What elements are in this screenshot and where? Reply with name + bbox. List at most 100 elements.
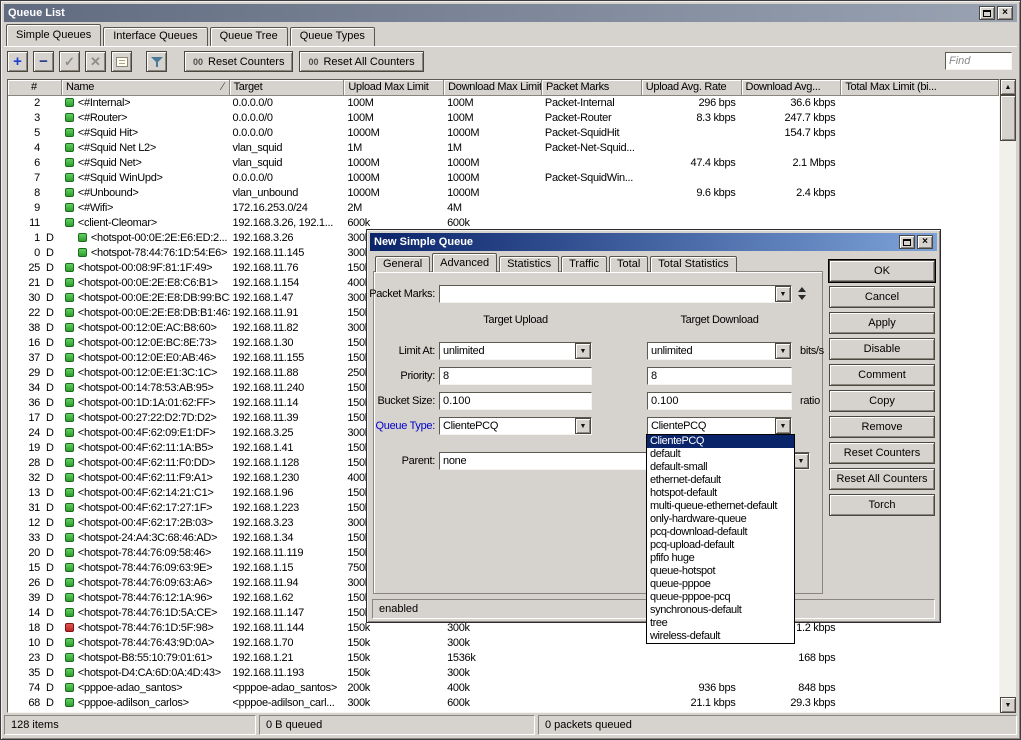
dropdown-item-queue-pppoe[interactable]: queue-pppoe: [647, 578, 794, 591]
dropdown-item-ethernet-default[interactable]: ethernet-default: [647, 474, 794, 487]
column-header-download-avg[interactable]: Download Avg...: [742, 80, 842, 96]
dropdown-item-only-hardware-queue[interactable]: only-hardware-queue: [647, 513, 794, 526]
dropdown-item-pcq-download-default[interactable]: pcq-download-default: [647, 526, 794, 539]
dialog-tab-statistics[interactable]: Statistics: [499, 256, 559, 272]
chevron-down-icon[interactable]: ▼: [775, 286, 791, 302]
scroll-up-icon[interactable]: ▲: [1000, 79, 1016, 95]
column-header-target[interactable]: Target: [230, 80, 345, 96]
queue-icon: [65, 608, 74, 617]
queue-row[interactable]: 9<#Wifi>172.16.253.0/242M4M: [8, 201, 999, 216]
column-header-packet-marks[interactable]: Packet Marks: [542, 80, 642, 96]
reset-all-counters-button[interactable]: Reset All Counters: [829, 468, 935, 490]
enable-button[interactable]: ✓: [59, 51, 80, 72]
dropdown-item-tree[interactable]: tree: [647, 617, 794, 630]
queue-icon: [65, 623, 74, 632]
priority-upload-input[interactable]: [439, 367, 592, 385]
dropdown-item-pcq-upload-default[interactable]: pcq-upload-default: [647, 539, 794, 552]
column-header-name[interactable]: Name∕: [62, 80, 230, 96]
column-header-total-max-limit-bi[interactable]: Total Max Limit (bi...: [841, 80, 999, 96]
reset-all-counters-button[interactable]: 00 Reset All Counters: [299, 51, 423, 72]
queue-row[interactable]: 10D<hotspot-78:44:76:43:9D:0A>192.168.1.…: [8, 636, 999, 651]
queue-row[interactable]: 5<#Squid Hit>0.0.0.0/01000M1000MPacket-S…: [8, 126, 999, 141]
bucket-size-upload-input[interactable]: [439, 392, 592, 410]
dropdown-item-queue-pppoe-pcq[interactable]: queue-pppoe-pcq: [647, 591, 794, 604]
queue-row[interactable]: 3<#Router>0.0.0.0/0100M100MPacket-Router…: [8, 111, 999, 126]
copy-button[interactable]: Copy: [829, 390, 935, 412]
queue-row[interactable]: 68D<pppoe-adilson_carlos><pppoe-adilson_…: [8, 696, 999, 711]
queue-row[interactable]: 23D<hotspot-B8:55:10:79:01:61>192.168.1.…: [8, 651, 999, 666]
remove-button[interactable]: Remove: [829, 416, 935, 438]
remove-button[interactable]: −: [33, 51, 54, 72]
bucket-size-download-input[interactable]: [647, 392, 792, 410]
column-header-download-max-limit[interactable]: Download Max Limit: [444, 80, 542, 96]
reset-counters-button[interactable]: Reset Counters: [829, 442, 935, 464]
comment-button[interactable]: [111, 51, 132, 72]
chevron-down-icon[interactable]: ▼: [775, 418, 791, 434]
chevron-down-icon[interactable]: ▼: [575, 418, 591, 434]
queue-row[interactable]: 4<#Squid Net L2>vlan_squid1M1MPacket-Net…: [8, 141, 999, 156]
queue-type-download-combo[interactable]: ClientePCQ ▼: [647, 417, 792, 435]
find-input[interactable]: [945, 52, 1012, 70]
limit-at-download-combo[interactable]: unlimited ▼: [647, 342, 792, 360]
dialog-titlebar[interactable]: New Simple Queue ×: [370, 233, 937, 251]
window-titlebar[interactable]: Queue List ×: [4, 4, 1017, 22]
add-button[interactable]: +: [7, 51, 28, 72]
chevron-down-icon[interactable]: ▼: [793, 453, 809, 469]
dropdown-item-hotspot-default[interactable]: hotspot-default: [647, 487, 794, 500]
reset-counters-button[interactable]: 00 Reset Counters: [184, 51, 293, 72]
dropdown-item-queue-hotspot[interactable]: queue-hotspot: [647, 565, 794, 578]
ok-button[interactable]: OK: [829, 260, 935, 282]
dialog-maximize-icon[interactable]: [899, 235, 915, 249]
maximize-icon[interactable]: [979, 6, 995, 20]
queue-type-upload-combo[interactable]: ClientePCQ ▼: [439, 417, 592, 435]
queue-id-cell: 0D: [8, 246, 62, 261]
tab-interface-queues[interactable]: Interface Queues: [103, 27, 207, 46]
limit-at-upload-combo[interactable]: unlimited ▼: [439, 342, 592, 360]
packet-marks-combo[interactable]: ▼: [439, 285, 792, 303]
vertical-scrollbar[interactable]: ▲ ▼: [1000, 79, 1016, 713]
chevron-down-icon[interactable]: ▼: [575, 343, 591, 359]
scroll-down-icon[interactable]: ▼: [1000, 697, 1016, 713]
dropdown-item-synchronous-default[interactable]: synchronous-default: [647, 604, 794, 617]
tab-queue-tree[interactable]: Queue Tree: [210, 27, 288, 46]
dialog-tab-general[interactable]: General: [375, 256, 430, 272]
column-header-[interactable]: #: [8, 80, 62, 96]
cancel-button[interactable]: Cancel: [829, 286, 935, 308]
queue-number: 6: [8, 156, 40, 171]
scrollbar-thumb[interactable]: [1000, 95, 1016, 141]
dropdown-item-default[interactable]: default: [647, 448, 794, 461]
torch-button[interactable]: Torch: [829, 494, 935, 516]
filter-button[interactable]: [146, 51, 167, 72]
queue-id-cell: 9: [8, 201, 62, 216]
queue-row[interactable]: 35D<hotspot-D4:CA:6D:0A:4D:43>192.168.11…: [8, 666, 999, 681]
packet-marks-updown[interactable]: [798, 287, 810, 300]
queue-row[interactable]: 7<#Squid WinUpd>0.0.0.0/01000M1000MPacke…: [8, 171, 999, 186]
disable-button[interactable]: Disable: [829, 338, 935, 360]
dialog-tab-total-statistics[interactable]: Total Statistics: [650, 256, 736, 272]
dialog-tab-advanced[interactable]: Advanced: [432, 253, 497, 272]
queue-row[interactable]: 18D<hotspot-78:44:76:1D:5F:98>192.168.11…: [8, 621, 999, 636]
tab-queue-types[interactable]: Queue Types: [290, 27, 375, 46]
queue-row[interactable]: 6<#Squid Net>vlan_squid1000M1000M47.4 kb…: [8, 156, 999, 171]
dropdown-item-wireless-default[interactable]: wireless-default: [647, 630, 794, 643]
column-header-upload-max-limit[interactable]: Upload Max Limit: [344, 80, 444, 96]
queue-icon: [65, 203, 74, 212]
apply-button[interactable]: Apply: [829, 312, 935, 334]
chevron-down-icon[interactable]: ▼: [775, 343, 791, 359]
dialog-tab-total[interactable]: Total: [609, 256, 648, 272]
tab-simple-queues[interactable]: Simple Queues: [6, 24, 101, 46]
dropdown-item-multi-queue-ethernet-default[interactable]: multi-queue-ethernet-default: [647, 500, 794, 513]
queue-row[interactable]: 2<#Internal>0.0.0.0/0100M100MPacket-Inte…: [8, 96, 999, 111]
disable-button[interactable]: ✕: [85, 51, 106, 72]
close-icon[interactable]: ×: [997, 6, 1013, 20]
comment-button[interactable]: Comment: [829, 364, 935, 386]
queue-row[interactable]: 8<#Unbound>vlan_unbound1000M1000M9.6 kbp…: [8, 186, 999, 201]
dialog-tab-traffic[interactable]: Traffic: [561, 256, 607, 272]
dropdown-item-default-small[interactable]: default-small: [647, 461, 794, 474]
column-header-upload-avg-rate[interactable]: Upload Avg. Rate: [642, 80, 742, 96]
queue-row[interactable]: 74D<pppoe-adao_santos><pppoe-adao_santos…: [8, 681, 999, 696]
dialog-close-icon[interactable]: ×: [917, 235, 933, 249]
dropdown-item-pfifo-huge[interactable]: pfifo huge: [647, 552, 794, 565]
dropdown-item-clientepcq[interactable]: ClientePCQ: [647, 435, 794, 448]
priority-download-input[interactable]: [647, 367, 792, 385]
